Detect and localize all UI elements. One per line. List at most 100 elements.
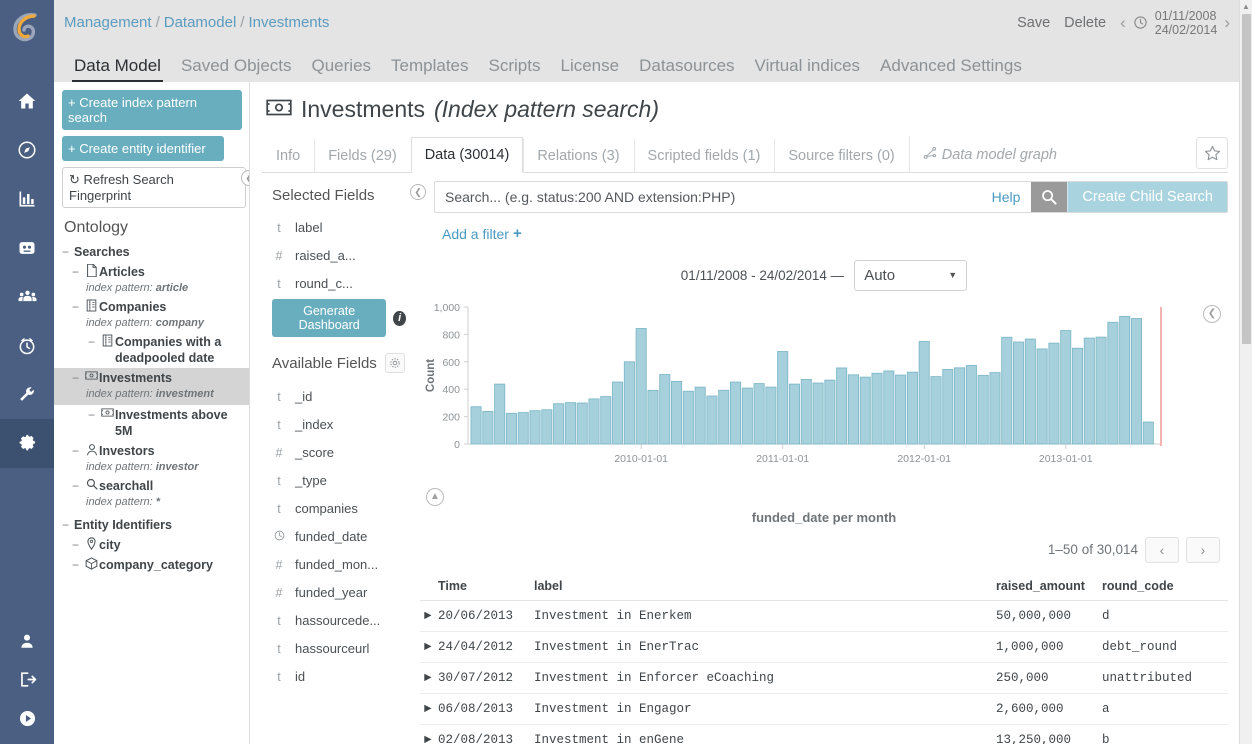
available-field-index[interactable]: t _index bbox=[272, 411, 406, 439]
tree-node-searches[interactable]: − Searches bbox=[62, 242, 249, 262]
tree-node-articles[interactable]: − Articles bbox=[62, 262, 249, 282]
tab-license[interactable]: License bbox=[550, 56, 629, 82]
tab-templates[interactable]: Templates bbox=[381, 56, 478, 82]
row-expand-toggle[interactable]: ► bbox=[420, 662, 434, 694]
tab-data-model[interactable]: Data Model bbox=[64, 56, 171, 82]
sidebar-item-play[interactable] bbox=[0, 699, 54, 738]
search-input[interactable] bbox=[435, 182, 981, 212]
pager-prev-button[interactable]: ‹ bbox=[1145, 536, 1179, 563]
tab-relations[interactable]: Relations (3) bbox=[523, 138, 633, 173]
tab-queries[interactable]: Queries bbox=[302, 56, 382, 82]
tree-node-companies-deadpooled[interactable]: − Companies with a deadpooled date bbox=[62, 332, 249, 368]
generate-dashboard-button[interactable]: Generate Dashboard bbox=[272, 299, 387, 337]
histogram-svg[interactable]: 0 200 400 600 800 1,000 Count 2010-01-01 2011-01… bbox=[420, 301, 1190, 476]
main-nav-tabs: Data Model Saved Objects Queries Templat… bbox=[54, 45, 1252, 82]
field-settings-button[interactable] bbox=[384, 353, 405, 373]
table-row[interactable]: ► 06/08/2013 Investment in Engagor 2,600… bbox=[420, 693, 1228, 725]
scrollbar-thumb[interactable] bbox=[1242, 14, 1251, 344]
delete-button[interactable]: Delete bbox=[1064, 15, 1106, 31]
time-next-button[interactable]: › bbox=[1224, 14, 1230, 31]
sidebar-item-account[interactable] bbox=[0, 621, 54, 660]
field-round-code[interactable]: t round_c... bbox=[272, 270, 406, 298]
save-button[interactable]: Save bbox=[1017, 15, 1050, 31]
column-header-round-code[interactable]: round_code bbox=[1098, 572, 1228, 601]
info-icon[interactable]: i bbox=[393, 310, 406, 326]
available-field-id[interactable]: t _id bbox=[272, 383, 406, 411]
search-help-link[interactable]: Help bbox=[981, 182, 1032, 212]
row-expand-toggle[interactable]: ► bbox=[420, 600, 434, 632]
sidebar-item-devtools[interactable] bbox=[0, 370, 54, 419]
breadcrumb-management[interactable]: Management bbox=[64, 14, 152, 31]
available-field-funded-date[interactable]: funded_date bbox=[272, 523, 406, 551]
tree-node-investments[interactable]: − Investments bbox=[54, 368, 249, 388]
tab-scripts[interactable]: Scripts bbox=[479, 56, 551, 82]
tab-datasources[interactable]: Datasources bbox=[629, 56, 744, 82]
tab-advanced-settings[interactable]: Advanced Settings bbox=[870, 56, 1032, 82]
ontology-collapse-button[interactable]: ❮ bbox=[241, 170, 249, 186]
refresh-search-fingerprint-button[interactable]: ↻ Refresh Search Fingerprint bbox=[62, 167, 246, 208]
tab-scripted-fields[interactable]: Scripted fields (1) bbox=[633, 138, 775, 173]
field-raised-amount[interactable]: # raised_a... bbox=[272, 242, 406, 270]
sidebar-item-logout[interactable] bbox=[0, 660, 54, 699]
sidebar-item-management[interactable] bbox=[0, 419, 54, 468]
column-header-raised-amount[interactable]: raised_amount bbox=[992, 572, 1098, 601]
chart-right-collapse-button[interactable]: ❮ bbox=[1203, 304, 1221, 323]
column-header-label[interactable]: label bbox=[530, 572, 992, 601]
available-field-score[interactable]: # _score bbox=[272, 439, 406, 467]
available-field-funded-month[interactable]: # funded_mon... bbox=[272, 551, 406, 579]
svg-text:1,000: 1,000 bbox=[434, 302, 460, 314]
create-index-pattern-search-button[interactable]: + Create index pattern search bbox=[62, 90, 242, 130]
tab-source-filters[interactable]: Source filters (0) bbox=[774, 138, 908, 173]
column-header-time[interactable]: Time bbox=[434, 572, 530, 601]
row-expand-toggle[interactable]: ► bbox=[420, 724, 434, 744]
row-expand-toggle[interactable]: ► bbox=[420, 693, 434, 725]
time-range-value[interactable]: 01/11/2008 24/02/2014 bbox=[1155, 9, 1218, 37]
tree-node-city[interactable]: − city bbox=[62, 535, 249, 555]
tab-fields[interactable]: Fields (29) bbox=[314, 138, 411, 173]
sidebar-item-users[interactable] bbox=[0, 272, 54, 321]
tree-node-company-category[interactable]: − company_category bbox=[62, 555, 249, 575]
available-field-funded-year[interactable]: # funded_year bbox=[272, 579, 406, 607]
time-range-picker[interactable]: ‹ 01/11/2008 24/02/2014 › bbox=[1120, 9, 1230, 37]
sidebar-item-discover[interactable] bbox=[0, 125, 54, 174]
tree-node-investors[interactable]: − Investors bbox=[62, 441, 249, 461]
available-field-id2[interactable]: t id bbox=[272, 663, 406, 691]
tab-info[interactable]: Info bbox=[262, 138, 314, 173]
create-child-search-button[interactable]: Create Child Search bbox=[1067, 182, 1227, 212]
table-row[interactable]: ► 02/08/2013 Investment in enGene 13,250… bbox=[420, 724, 1228, 744]
interval-select[interactable]: Auto ▼ bbox=[854, 259, 968, 291]
tab-data-model-graph[interactable]: Data model graph bbox=[908, 136, 1071, 173]
available-field-type[interactable]: t _type bbox=[272, 467, 406, 495]
favorite-star-button[interactable] bbox=[1196, 137, 1228, 169]
table-row[interactable]: ► 30/07/2012 Investment in Enforcer eCoa… bbox=[420, 662, 1228, 694]
scroll-up-arrow[interactable]: ▲ bbox=[1240, 2, 1252, 11]
create-entity-identifier-button[interactable]: + Create entity identifier bbox=[62, 136, 224, 161]
row-expand-toggle[interactable]: ► bbox=[420, 631, 434, 663]
field-label[interactable]: t label bbox=[272, 214, 406, 242]
search-panel-collapse-button[interactable]: ❮ bbox=[410, 184, 426, 200]
add-filter-button[interactable]: Add a filter + bbox=[442, 225, 522, 242]
sidebar-item-visualize[interactable] bbox=[0, 174, 54, 223]
table-row[interactable]: ► 20/06/2013 Investment in Enerkem 50,00… bbox=[420, 600, 1228, 632]
sidebar-item-home[interactable] bbox=[0, 76, 54, 125]
available-field-hassourcedesc[interactable]: t hassourcede... bbox=[272, 607, 406, 635]
page-scrollbar[interactable]: ▲ bbox=[1239, 0, 1252, 744]
tree-node-companies[interactable]: − Companies bbox=[62, 297, 249, 317]
tab-saved-objects[interactable]: Saved Objects bbox=[171, 56, 302, 82]
tree-node-searchall[interactable]: − searchall bbox=[62, 476, 249, 496]
breadcrumb-datamodel[interactable]: Datamodel bbox=[164, 14, 237, 31]
tab-virtual-indices[interactable]: Virtual indices bbox=[745, 56, 871, 82]
search-submit-button[interactable] bbox=[1031, 182, 1068, 212]
table-row[interactable]: ► 24/04/2012 Investment in EnerTrac 1,00… bbox=[420, 631, 1228, 663]
tree-node-investments-above-5m[interactable]: − Investments above 5M bbox=[62, 405, 249, 441]
available-field-hassourceurl[interactable]: t hassourceurl bbox=[272, 635, 406, 663]
sidebar-item-dashboard[interactable] bbox=[0, 223, 54, 272]
chart-collapse-button[interactable]: ▲ bbox=[426, 487, 444, 506]
tree-node-entity-identifiers[interactable]: − Entity Identifiers bbox=[62, 511, 249, 535]
tab-data[interactable]: Data (30014) bbox=[410, 137, 524, 173]
time-prev-button[interactable]: ‹ bbox=[1120, 14, 1126, 31]
pager-next-button[interactable]: › bbox=[1186, 536, 1220, 563]
available-field-companies[interactable]: t companies bbox=[272, 495, 406, 523]
cell-time: 24/04/2012 bbox=[434, 631, 530, 663]
sidebar-item-timelion[interactable] bbox=[0, 321, 54, 370]
